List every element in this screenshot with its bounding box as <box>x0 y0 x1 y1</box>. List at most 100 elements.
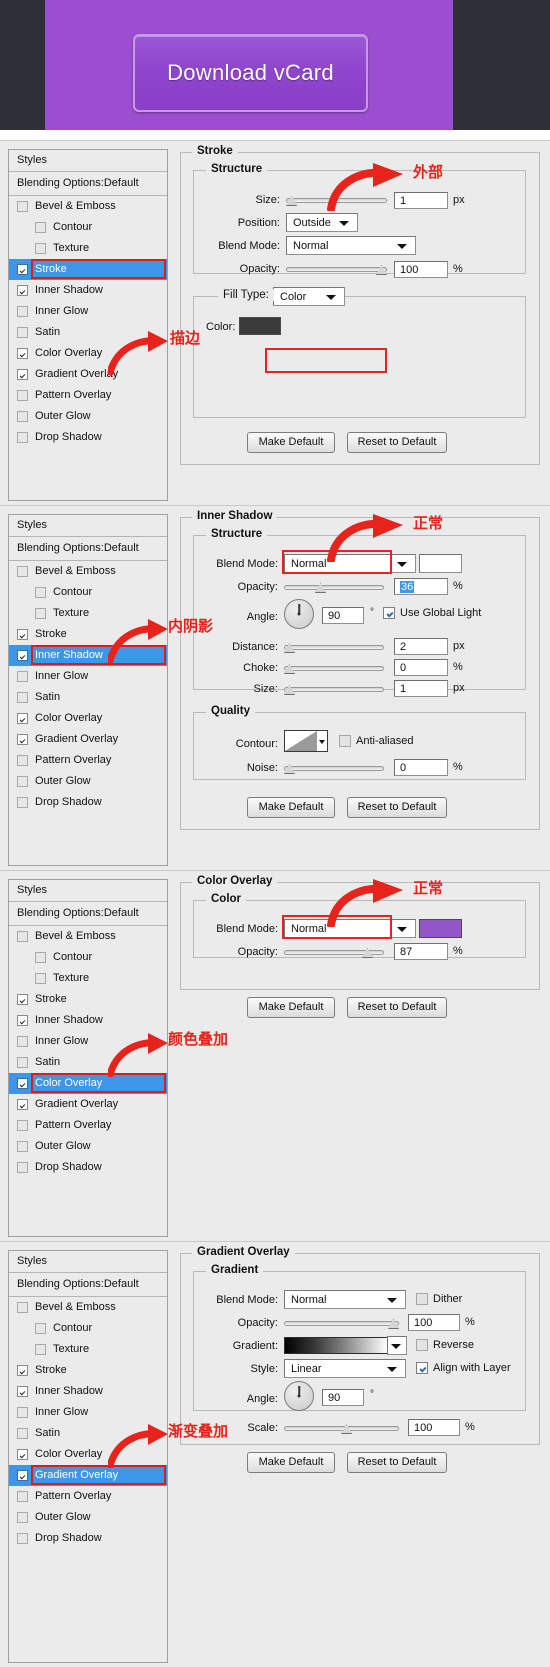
sidebar-item-bevel-emboss[interactable]: Bevel & Emboss <box>9 196 167 217</box>
checkbox-icon[interactable] <box>17 1162 28 1173</box>
sidebar-item-contour[interactable]: Contour <box>9 217 167 238</box>
sidebar-item-inner-shadow[interactable]: Inner Shadow <box>9 280 167 301</box>
sidebar-item-pattern-overlay[interactable]: Pattern Overlay <box>9 1486 167 1507</box>
checkbox-icon[interactable] <box>35 1323 46 1334</box>
sidebar-item-gradient-overlay[interactable]: Gradient Overlay <box>9 729 167 750</box>
make-default-button[interactable]: Make Default <box>247 432 335 453</box>
checkbox-icon[interactable] <box>17 432 28 443</box>
sidebar-item-stroke[interactable]: Stroke <box>9 259 167 280</box>
sidebar-item-contour[interactable]: Contour <box>9 582 167 603</box>
sidebar-item-outer-glow[interactable]: Outer Glow <box>9 1507 167 1528</box>
sidebar-item-inner-glow[interactable]: Inner Glow <box>9 301 167 322</box>
checkbox-icon[interactable] <box>17 713 28 724</box>
checkbox-icon[interactable] <box>17 1407 28 1418</box>
sidebar-item-bevel-emboss[interactable]: Bevel & Emboss <box>9 1297 167 1318</box>
choke-input[interactable]: 0 <box>394 659 448 676</box>
checkbox-icon[interactable] <box>17 734 28 745</box>
checkbox-icon[interactable] <box>17 1078 28 1089</box>
opacity-input[interactable]: 100 <box>394 261 448 278</box>
checkbox-icon[interactable] <box>17 931 28 942</box>
blend-mode-select[interactable]: Normal <box>284 1290 406 1309</box>
checkbox-icon[interactable] <box>35 608 46 619</box>
checkbox-icon[interactable] <box>17 390 28 401</box>
checkbox-icon[interactable] <box>17 1386 28 1397</box>
blend-mode-select[interactable]: Normal <box>286 236 416 255</box>
checkbox-icon[interactable] <box>17 566 28 577</box>
blending-options-row[interactable]: Blending Options:Default <box>9 172 167 196</box>
angle-dial[interactable] <box>284 599 314 629</box>
opacity-slider[interactable] <box>284 1316 399 1330</box>
checkbox-icon[interactable] <box>17 264 28 275</box>
checkbox-icon[interactable] <box>17 776 28 787</box>
reset-to-default-button[interactable]: Reset to Default <box>347 797 447 818</box>
fill-type-select[interactable]: Color <box>273 287 345 306</box>
sidebar-item-drop-shadow[interactable]: Drop Shadow <box>9 427 167 448</box>
color-swatch[interactable] <box>239 317 281 335</box>
sidebar-item-color-overlay[interactable]: Color Overlay <box>9 708 167 729</box>
sidebar-item-outer-glow[interactable]: Outer Glow <box>9 1136 167 1157</box>
checkbox-icon[interactable] <box>17 994 28 1005</box>
sidebar-item-inner-shadow[interactable]: Inner Shadow <box>9 1381 167 1402</box>
checkbox-icon[interactable] <box>17 1533 28 1544</box>
sidebar-item-texture[interactable]: Texture <box>9 1339 167 1360</box>
sidebar-item-pattern-overlay[interactable]: Pattern Overlay <box>9 385 167 406</box>
sidebar-item-drop-shadow[interactable]: Drop Shadow <box>9 1528 167 1549</box>
checkbox-icon[interactable] <box>17 201 28 212</box>
sidebar-item-drop-shadow[interactable]: Drop Shadow <box>9 792 167 813</box>
checkbox-icon[interactable] <box>17 650 28 661</box>
contour-dropdown-button[interactable] <box>317 730 328 752</box>
checkbox-icon[interactable] <box>35 952 46 963</box>
opacity-slider[interactable] <box>284 580 384 594</box>
checkbox-icon[interactable] <box>17 1120 28 1131</box>
sidebar-item-inner-shadow[interactable]: Inner Shadow <box>9 1010 167 1031</box>
contour-preview[interactable] <box>284 730 318 752</box>
sidebar-item-gradient-overlay[interactable]: Gradient Overlay <box>9 1465 167 1486</box>
checkbox-icon[interactable] <box>17 797 28 808</box>
sidebar-item-texture[interactable]: Texture <box>9 968 167 989</box>
color-overlay-swatch[interactable] <box>419 919 462 938</box>
make-default-button[interactable]: Make Default <box>247 797 335 818</box>
scale-slider[interactable] <box>284 1421 399 1435</box>
gradient-picker-button[interactable] <box>387 1336 407 1355</box>
sidebar-item-outer-glow[interactable]: Outer Glow <box>9 771 167 792</box>
make-default-button[interactable]: Make Default <box>247 1452 335 1473</box>
checkbox-icon[interactable] <box>17 1015 28 1026</box>
opacity-input[interactable]: 100 <box>408 1314 460 1331</box>
size-input[interactable]: 1 <box>394 680 448 697</box>
sidebar-item-drop-shadow[interactable]: Drop Shadow <box>9 1157 167 1178</box>
sidebar-item-gradient-overlay[interactable]: Gradient Overlay <box>9 1094 167 1115</box>
checkbox-icon[interactable] <box>35 243 46 254</box>
checkbox-icon[interactable] <box>17 692 28 703</box>
checkbox-icon[interactable] <box>17 1099 28 1110</box>
checkbox-icon[interactable] <box>17 348 28 359</box>
sidebar-item-texture[interactable]: Texture <box>9 238 167 259</box>
checkbox-icon[interactable] <box>35 587 46 598</box>
angle-input[interactable]: 90 <box>322 607 364 624</box>
blending-options-row[interactable]: Blending Options:Default <box>9 1273 167 1297</box>
checkbox-icon[interactable] <box>416 1362 428 1374</box>
blending-options-row[interactable]: Blending Options:Default <box>9 902 167 926</box>
checkbox-icon[interactable] <box>17 369 28 380</box>
checkbox-icon[interactable] <box>17 1302 28 1313</box>
dither-checkbox[interactable]: Dither <box>416 1293 462 1305</box>
distance-slider[interactable] <box>284 640 384 654</box>
opacity-input[interactable]: 87 <box>394 943 448 960</box>
checkbox-icon[interactable] <box>17 1428 28 1439</box>
sidebar-item-inner-glow[interactable]: Inner Glow <box>9 1402 167 1423</box>
checkbox-icon[interactable] <box>17 671 28 682</box>
gradient-style-select[interactable]: Linear <box>284 1359 406 1378</box>
checkbox-icon[interactable] <box>17 629 28 640</box>
download-vcard-button[interactable]: Download vCard <box>133 34 368 112</box>
distance-input[interactable]: 2 <box>394 638 448 655</box>
checkbox-icon[interactable] <box>17 1141 28 1152</box>
checkbox-icon[interactable] <box>416 1339 428 1351</box>
checkbox-icon[interactable] <box>17 1057 28 1068</box>
sidebar-item-bevel-emboss[interactable]: Bevel & Emboss <box>9 926 167 947</box>
checkbox-icon[interactable] <box>17 1449 28 1460</box>
checkbox-icon[interactable] <box>35 1344 46 1355</box>
checkbox-icon[interactable] <box>17 1365 28 1376</box>
checkbox-icon[interactable] <box>339 735 351 747</box>
checkbox-icon[interactable] <box>17 306 28 317</box>
anti-aliased-checkbox[interactable]: Anti-aliased <box>339 735 413 747</box>
opacity-input[interactable]: 36 <box>394 578 448 595</box>
